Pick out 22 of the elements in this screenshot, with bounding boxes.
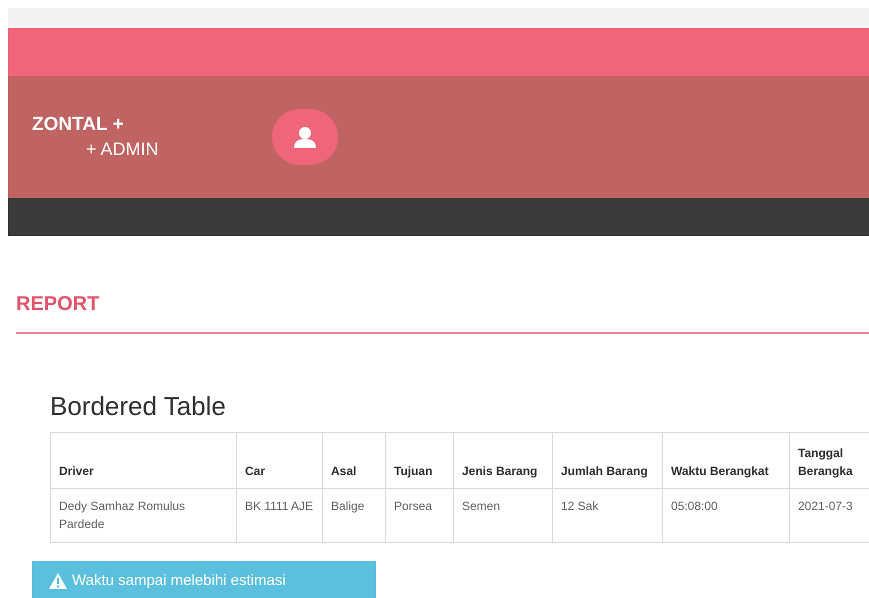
alert-button[interactable]: Waktu sampai melebihi estimasi xyxy=(32,561,376,598)
column-header: Jenis Barang xyxy=(454,432,552,488)
column-header: Car xyxy=(236,432,322,488)
section-title: REPORT xyxy=(16,292,100,316)
warning-icon xyxy=(48,572,68,590)
table-cell: Porsea xyxy=(386,488,454,542)
column-header: Tanggal Berangka xyxy=(790,432,869,488)
table-title: Bordered Table xyxy=(50,390,227,422)
table-cell: Dedy Samhaz Romulus Pardede xyxy=(50,488,236,542)
column-header: Waktu Berangkat xyxy=(662,432,790,488)
table-cell: 12 Sak xyxy=(552,488,662,542)
brand-title: ZONTAL + xyxy=(32,113,125,137)
brand-subtitle: + ADMIN xyxy=(85,138,160,161)
table-cell: BK 1111 AJE xyxy=(236,488,322,542)
column-header: Tujuan xyxy=(386,432,454,488)
user-icon xyxy=(293,126,317,148)
table-cell: Semen xyxy=(454,488,552,542)
column-header: Driver xyxy=(50,432,236,488)
table-cell: 05:08:00 xyxy=(662,488,790,542)
column-header: Asal xyxy=(322,432,386,488)
column-header: Jumlah Barang xyxy=(552,432,662,488)
table-cell: Balige xyxy=(322,488,386,542)
